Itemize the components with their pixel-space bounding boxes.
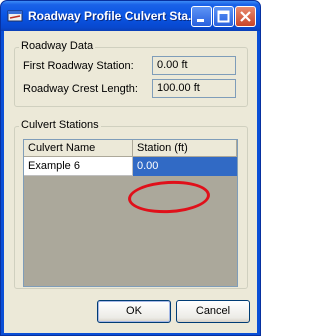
minimize-button[interactable] xyxy=(191,6,212,27)
minimize-icon xyxy=(192,7,211,32)
window-title: Roadway Profile Culvert Sta... xyxy=(28,9,198,23)
table-cell-culvert-name[interactable]: Example 6 xyxy=(24,157,133,176)
roadway-crest-length-value: 100.00 ft xyxy=(152,79,236,98)
maximize-icon xyxy=(214,7,233,32)
app-icon xyxy=(7,10,23,22)
roadway-crest-length-label: Roadway Crest Length: xyxy=(23,83,138,95)
first-roadway-station-label: First Roadway Station: xyxy=(23,60,134,72)
dialog-window: Roadway Profile Culvert Sta... Roadway D… xyxy=(0,0,261,336)
dialog-client-area: Roadway Data First Roadway Station: 0.00… xyxy=(4,31,257,333)
cancel-button[interactable]: Cancel xyxy=(176,300,250,323)
ok-button[interactable]: OK xyxy=(97,300,171,323)
table-cell-station[interactable]: 0.00 xyxy=(133,157,237,176)
culvert-stations-label: Culvert Stations xyxy=(19,119,101,131)
roadway-data-label: Roadway Data xyxy=(19,40,96,52)
close-icon xyxy=(236,7,255,32)
culvert-stations-grid[interactable]: Culvert Name Station (ft) Example 6 0.00 xyxy=(23,139,238,287)
title-bar[interactable]: Roadway Profile Culvert Sta... xyxy=(1,1,260,31)
close-button[interactable] xyxy=(235,6,256,27)
column-header-station[interactable]: Station (ft) xyxy=(133,140,237,157)
maximize-button[interactable] xyxy=(213,6,234,27)
column-header-culvert-name[interactable]: Culvert Name xyxy=(24,140,133,157)
first-roadway-station-value: 0.00 ft xyxy=(152,56,236,75)
